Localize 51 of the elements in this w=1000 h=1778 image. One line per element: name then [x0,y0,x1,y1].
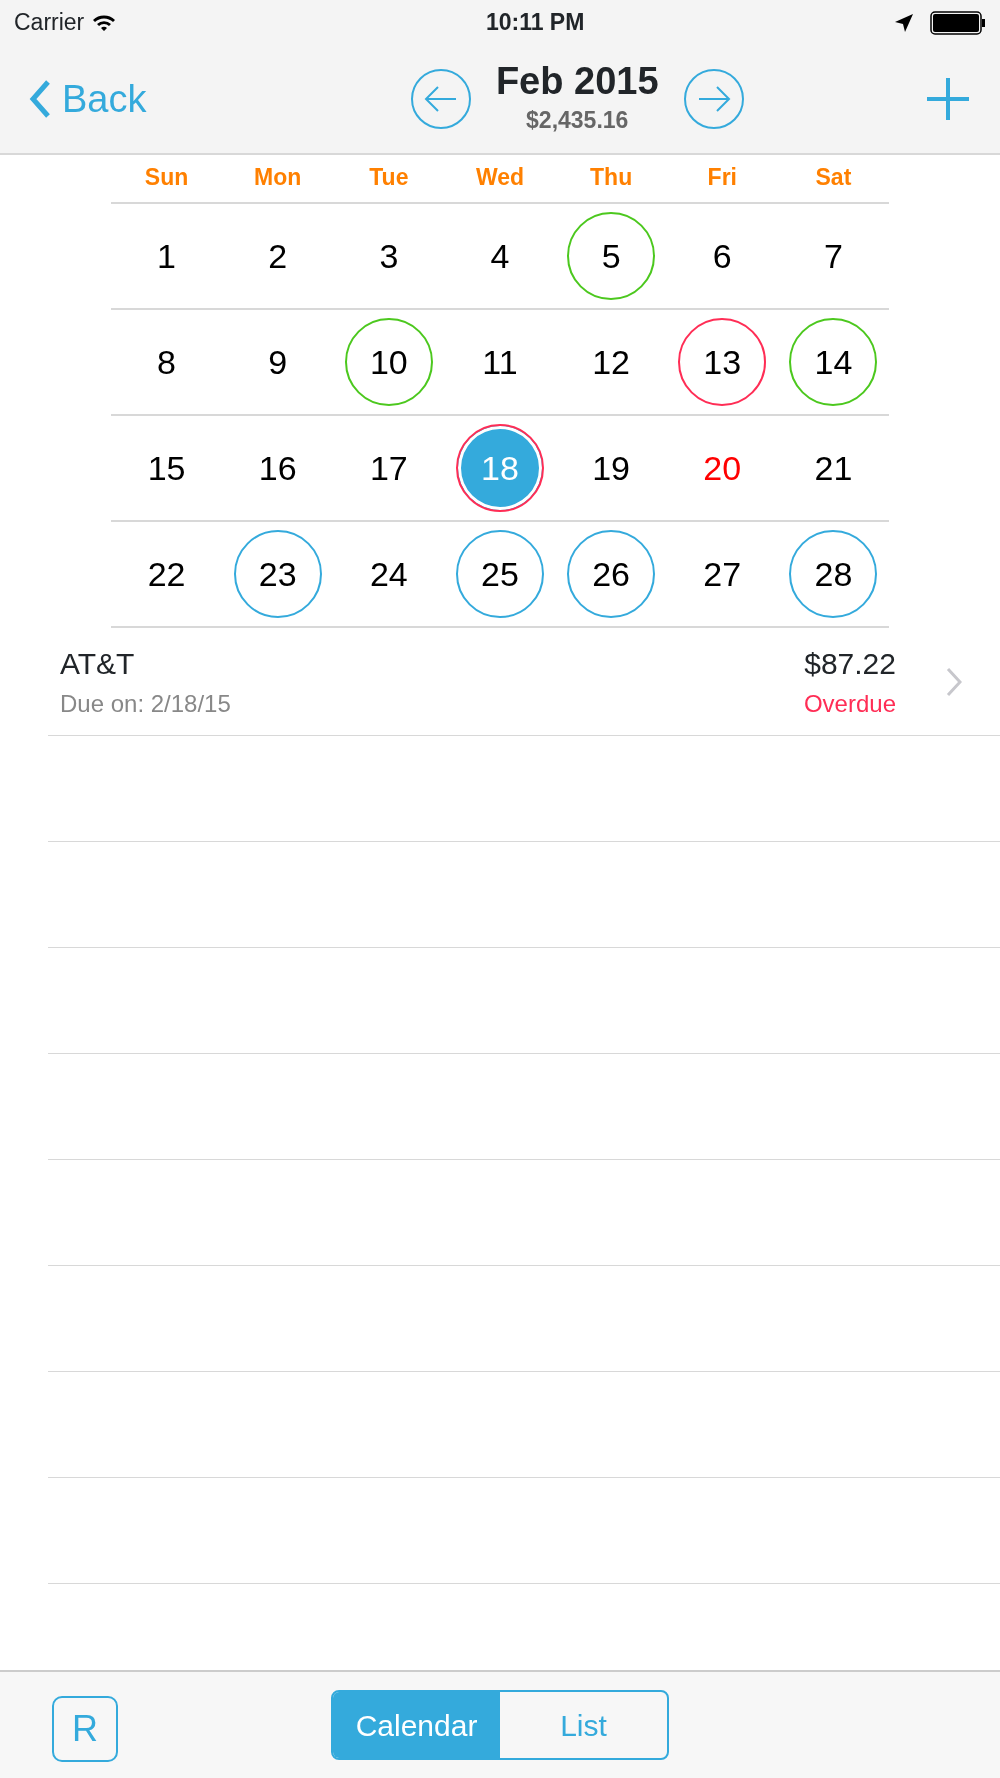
weekday-label: Thu [555,155,667,204]
chevron-right-icon [946,666,962,697]
day-cell[interactable]: 19 [567,424,656,512]
day-cell[interactable]: 26 [567,530,656,618]
weekday-label: Sat [777,155,889,204]
day-cell[interactable]: 17 [344,424,433,512]
day-cell[interactable]: 14 [789,318,878,406]
day-cell[interactable]: 11 [456,318,544,406]
day-cell[interactable]: 28 [789,530,878,618]
weekday-label: Tue [333,155,445,204]
day-cell[interactable]: 27 [678,530,767,618]
day-cell[interactable]: 15 [122,424,211,512]
bill-row[interactable]: AT&T Due on: 2/18/15 $87.22 Overdue [48,628,1000,736]
wifi-icon [92,13,117,32]
day-cell[interactable]: 10 [344,318,433,406]
day-cell[interactable]: 25 [456,530,544,618]
day-cell[interactable]: 23 [233,530,322,618]
weekday-label: Wed [444,155,556,204]
day-cell[interactable]: 9 [233,318,322,406]
month-title: Feb 2015 [495,60,659,103]
day-cell[interactable]: 24 [344,530,433,618]
day-cell[interactable]: 5 [567,212,656,300]
day-cell[interactable]: 8 [122,318,211,406]
weekday-label: Fri [666,155,778,204]
weekday-label: Mon [222,155,334,204]
chevron-left-icon [28,79,52,119]
day-cell[interactable]: 12 [567,318,656,406]
day-cell[interactable]: 6 [678,212,767,300]
day-cell[interactable]: 7 [789,212,878,300]
day-cell[interactable]: 13 [678,318,767,406]
day-cell[interactable]: 3 [344,212,433,300]
month-total: $2,435.16 [525,105,630,135]
status-time: 10:11 PM [485,8,585,38]
day-cell[interactable]: 16 [233,424,322,512]
day-cell[interactable]: 20 [678,424,767,512]
add-button[interactable] [924,75,972,123]
carrier-label: Carrier [14,8,85,38]
day-cell[interactable]: 21 [789,424,878,512]
bill-name: AT&T [60,646,136,682]
bill-amount: $87.22 [803,646,896,682]
battery-icon [930,10,986,35]
weekday-label: Sun [111,155,223,204]
bill-status: Overdue [803,689,896,719]
day-cell[interactable]: 22 [122,530,211,618]
day-cell[interactable]: 1 [122,212,211,300]
previous-month-button[interactable] [409,68,472,130]
next-month-button[interactable] [682,68,745,130]
day-cell[interactable]: 4 [456,212,544,300]
day-cell[interactable]: 2 [233,212,322,300]
due-date: Due on: 2/18/15 [60,689,232,719]
location-arrow-icon [894,12,914,33]
